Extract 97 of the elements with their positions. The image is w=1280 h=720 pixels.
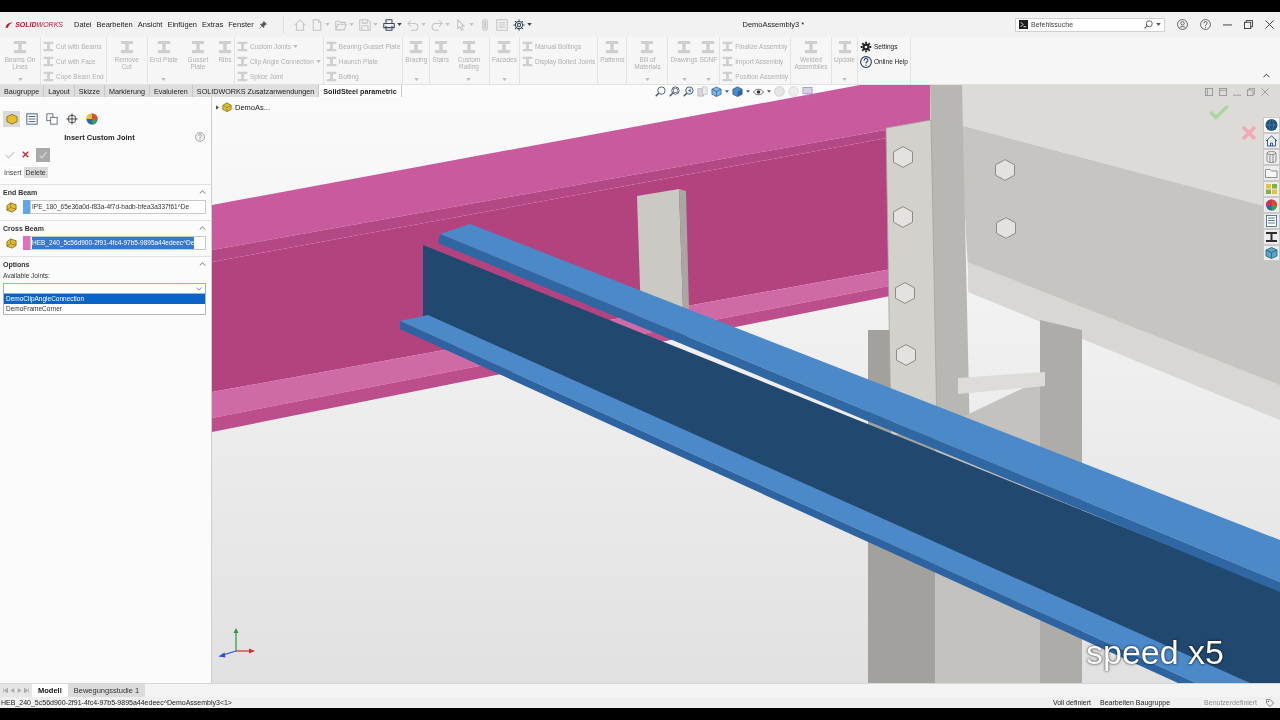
manager-tab[interactable] <box>23 111 40 127</box>
restore-icon[interactable] <box>1244 20 1253 29</box>
help-icon[interactable] <box>195 132 205 142</box>
expand-arrow-icon[interactable] <box>216 104 219 110</box>
shaded-cube-icon[interactable] <box>732 86 743 97</box>
axis-triad-icon <box>218 627 256 659</box>
bolt-head <box>995 159 1015 181</box>
i-beam-icon <box>677 40 691 54</box>
i-beam-icon <box>722 56 734 67</box>
i-beam-icon <box>13 40 27 54</box>
chevron-icon <box>196 286 202 291</box>
i-beam-icon <box>521 56 533 67</box>
monitor-icon[interactable] <box>802 86 813 97</box>
search-icon[interactable] <box>1144 20 1153 29</box>
zoom-area-icon[interactable] <box>669 86 680 97</box>
i-beam-icon <box>236 41 248 52</box>
assembly-icon <box>222 102 232 112</box>
cylinder-icon[interactable] <box>1263 149 1280 165</box>
i-beam-icon <box>804 40 818 54</box>
i-beam-icon <box>722 41 734 52</box>
i-beam-icon <box>640 40 655 54</box>
color-wheel-icon[interactable] <box>1263 197 1280 213</box>
bolt-head <box>893 146 913 168</box>
part-icon <box>5 113 18 125</box>
logo-icon <box>5 20 14 29</box>
skip-to-start-icon[interactable] <box>3 688 8 693</box>
part-icon <box>6 237 17 249</box>
i-beam-icon[interactable] <box>1263 229 1280 245</box>
chevron-icon[interactable] <box>199 262 206 266</box>
chevron-icon[interactable] <box>199 190 206 194</box>
i-beam-icon <box>837 40 852 54</box>
i-beam-icon <box>325 71 337 82</box>
i-beam-icon <box>722 71 734 82</box>
i-beam-icon <box>497 40 512 54</box>
skip-to-end-icon[interactable] <box>24 688 29 693</box>
caret-icon[interactable] <box>725 90 729 93</box>
joint-dropdown[interactable] <box>3 283 206 294</box>
i-beam-icon <box>236 56 248 67</box>
folder-icon[interactable] <box>1263 165 1280 181</box>
view-cube-icon[interactable] <box>711 86 722 97</box>
i-beam-icon <box>43 71 54 82</box>
i-beam-icon <box>325 41 337 52</box>
i-beam-icon <box>156 40 171 54</box>
help-icon[interactable] <box>1200 19 1211 30</box>
printer-icon[interactable] <box>382 18 395 31</box>
list-icon <box>25 113 38 125</box>
i-beam-icon <box>605 40 620 54</box>
manager-tab[interactable] <box>63 111 80 127</box>
zoom-icon[interactable] <box>655 86 666 97</box>
part-icon <box>6 201 17 213</box>
bolt-head <box>896 344 916 366</box>
house-icon[interactable] <box>1263 133 1280 149</box>
close-icon[interactable] <box>1265 20 1274 29</box>
tile-window-icon[interactable] <box>1219 88 1227 96</box>
list-icon[interactable] <box>1263 213 1280 229</box>
globe-icon[interactable] <box>1263 117 1280 133</box>
i-beam-icon <box>43 56 54 67</box>
caret-icon[interactable] <box>526 23 532 26</box>
bolt-head <box>895 282 915 304</box>
cube-icon[interactable] <box>1263 245 1280 261</box>
grid-icon[interactable] <box>1263 181 1280 197</box>
cancel-icon[interactable] <box>22 151 29 158</box>
eye-icon[interactable] <box>753 87 764 96</box>
i-beam-icon <box>236 71 248 82</box>
terminal-icon <box>1019 20 1028 29</box>
i-beam-icon <box>433 40 448 54</box>
i-beam-icon <box>217 40 232 54</box>
i-beam-icon <box>461 40 476 54</box>
crosshair-icon <box>65 113 78 125</box>
i-beam-icon <box>325 56 337 67</box>
i-beam-icon <box>119 40 134 54</box>
bolt-head <box>996 217 1016 239</box>
bolt-head <box>893 206 913 228</box>
previous-arrow-icon[interactable] <box>10 688 15 693</box>
settings-icon[interactable] <box>512 18 525 31</box>
tag-icon[interactable] <box>1266 698 1274 707</box>
caret-icon[interactable] <box>396 23 402 26</box>
settings-icon <box>860 40 872 53</box>
i-beam-icon <box>190 40 205 54</box>
i-beam-icon <box>43 41 54 52</box>
i-beam-icon <box>701 40 716 54</box>
next-arrow-icon[interactable] <box>17 688 22 693</box>
help-icon <box>860 55 872 68</box>
checkmark-icon[interactable] <box>1209 104 1229 120</box>
color-wheel-icon <box>85 113 98 125</box>
caret-icon[interactable] <box>1156 23 1161 26</box>
caret-icon[interactable] <box>767 90 771 93</box>
pin-icon[interactable] <box>258 20 267 29</box>
chevron-icon[interactable] <box>1263 73 1270 78</box>
tile-window-icon[interactable] <box>1205 88 1213 96</box>
user-icon[interactable] <box>1177 19 1188 30</box>
stacked-sheets-icon <box>45 113 58 125</box>
i-beam-icon <box>521 41 533 52</box>
caret-icon[interactable] <box>746 90 750 93</box>
i-beam-icon <box>409 40 424 54</box>
manager-tab[interactable] <box>43 111 60 127</box>
chevron-icon[interactable] <box>199 226 206 230</box>
